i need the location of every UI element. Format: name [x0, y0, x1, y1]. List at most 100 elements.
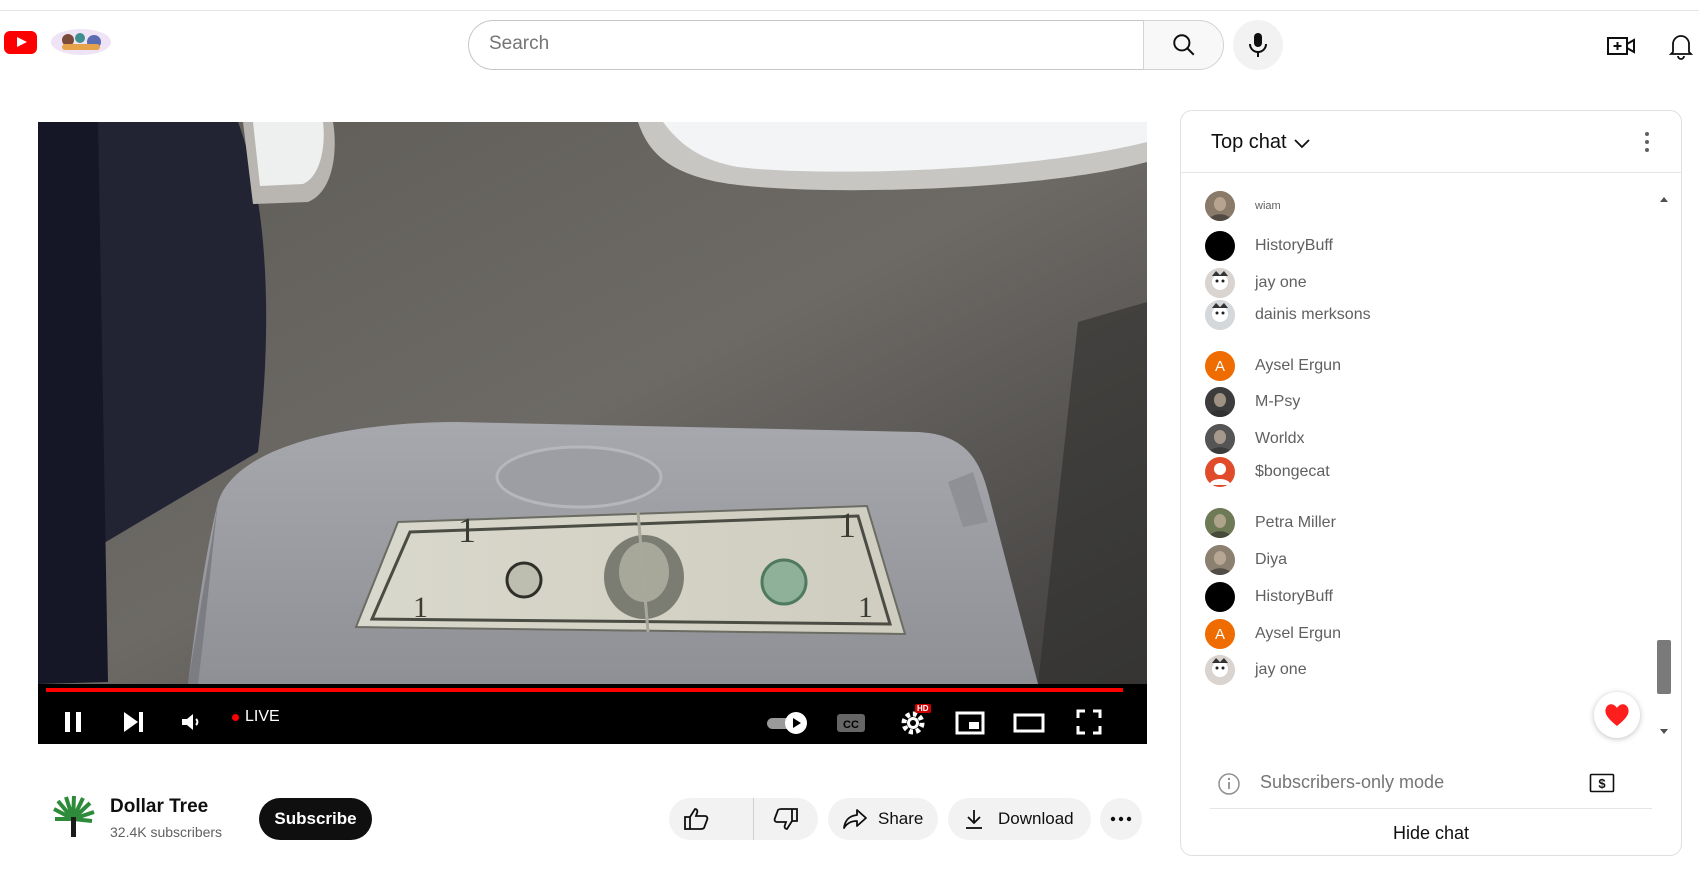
svg-text:1: 1 — [838, 505, 856, 545]
chat-author-name[interactable]: $bongecat — [1255, 463, 1330, 481]
chat-message-list[interactable]: wiam HistoryBuff jay one dainis merksons A Ay… — [1181, 174, 1681, 855]
chat-avatar[interactable] — [1205, 655, 1235, 685]
theater-mode-button[interactable] — [1009, 708, 1049, 738]
chat-message[interactable]: Diya — [1205, 545, 1287, 575]
chat-message[interactable]: HistoryBuff — [1205, 231, 1333, 261]
svg-text:1: 1 — [858, 591, 873, 624]
video-player[interactable]: 1 1 1 1 LIVE CC HD — [38, 122, 1147, 744]
svg-text:$: $ — [1598, 776, 1606, 791]
chat-avatar[interactable] — [1205, 545, 1235, 575]
create-button[interactable] — [1603, 28, 1639, 64]
hide-chat-button[interactable]: Hide chat — [1180, 810, 1682, 856]
download-icon — [966, 810, 982, 829]
hd-badge: HD — [915, 704, 931, 713]
miniplayer-icon — [955, 711, 985, 735]
chat-message[interactable]: A Aysel Ergun — [1205, 351, 1341, 381]
chat-menu-button[interactable] — [1635, 129, 1659, 155]
chat-avatar[interactable] — [1205, 508, 1235, 538]
autoplay-toggle[interactable] — [765, 710, 809, 736]
chat-avatar-letter: A — [1214, 357, 1225, 375]
bell-icon — [1669, 35, 1693, 60]
chat-author-name[interactable]: wiam — [1255, 200, 1281, 212]
chat-avatar[interactable]: A — [1205, 351, 1235, 381]
fullscreen-icon — [1076, 709, 1102, 735]
theater-icon — [1013, 713, 1045, 733]
captions-button[interactable]: CC — [834, 710, 868, 736]
top-divider — [0, 10, 1699, 11]
notifications-button[interactable] — [1663, 28, 1699, 64]
chat-author-name[interactable]: HistoryBuff — [1255, 237, 1333, 255]
svg-text:1: 1 — [413, 591, 428, 624]
super-chat-icon[interactable]: $ — [1589, 773, 1615, 793]
chat-author-name[interactable]: jay one — [1255, 274, 1307, 292]
chat-avatar[interactable]: A — [1205, 619, 1235, 649]
doodle-icon[interactable] — [50, 26, 112, 56]
chat-scroll-thumb[interactable] — [1657, 640, 1671, 694]
settings-icon — [901, 711, 925, 735]
chat-message[interactable]: jay one — [1205, 268, 1307, 298]
mute-button[interactable] — [174, 708, 208, 736]
chat-avatar[interactable] — [1205, 582, 1235, 612]
live-indicator[interactable]: LIVE — [232, 708, 280, 726]
reaction-button[interactable] — [1594, 692, 1640, 738]
chat-avatar[interactable] — [1205, 191, 1235, 221]
settings-button[interactable]: HD — [893, 704, 933, 740]
chat-avatar[interactable] — [1205, 457, 1235, 487]
mic-icon — [1249, 33, 1267, 57]
chat-author-name[interactable]: HistoryBuff — [1255, 588, 1333, 606]
chat-avatar[interactable] — [1205, 300, 1235, 330]
channel-name[interactable]: Dollar Tree — [110, 796, 208, 818]
chat-message[interactable]: wiam — [1205, 191, 1281, 221]
chat-message[interactable]: dainis merksons — [1205, 300, 1371, 330]
chat-message[interactable]: jay one — [1205, 655, 1307, 685]
pause-button[interactable] — [56, 708, 90, 736]
chevron-down-icon — [1293, 138, 1310, 148]
progress-bar[interactable] — [46, 688, 1123, 692]
chat-author-name[interactable]: Worldx — [1255, 430, 1305, 448]
live-label: LIVE — [245, 708, 280, 725]
thumbs-down-icon — [773, 808, 798, 830]
chat-author-name[interactable]: Diya — [1255, 551, 1287, 569]
chat-author-name[interactable]: jay one — [1255, 661, 1307, 679]
chat-author-name[interactable]: dainis merksons — [1255, 306, 1371, 324]
live-dot — [232, 713, 239, 721]
chat-message[interactable]: Worldx — [1205, 424, 1305, 454]
channel-avatar[interactable] — [50, 795, 96, 841]
next-button[interactable] — [116, 708, 150, 736]
chat-header: Top chat — [1181, 111, 1681, 173]
chat-avatar[interactable] — [1205, 231, 1235, 261]
voice-search-button[interactable] — [1233, 20, 1283, 70]
miniplayer-button[interactable] — [950, 708, 990, 738]
chat-avatar[interactable] — [1205, 387, 1235, 417]
search-input[interactable] — [489, 33, 1089, 55]
chat-avatar-letter: A — [1214, 625, 1225, 643]
chat-message[interactable]: Petra Miller — [1205, 508, 1336, 538]
chat-author-name[interactable]: Aysel Ergun — [1255, 357, 1341, 375]
more-actions-button[interactable] — [1100, 798, 1142, 840]
chat-message[interactable]: M-Psy — [1205, 387, 1300, 417]
thumbs-up-icon — [684, 808, 709, 830]
search-button[interactable] — [1143, 20, 1224, 70]
like-button[interactable] — [669, 798, 754, 840]
chat-author-name[interactable]: M-Psy — [1255, 393, 1300, 411]
pause-icon — [65, 712, 81, 732]
fullscreen-button[interactable] — [1069, 706, 1109, 738]
chat-message[interactable]: A Aysel Ergun — [1205, 619, 1341, 649]
chat-author-name[interactable]: Petra Miller — [1255, 514, 1336, 532]
youtube-logo-icon[interactable] — [4, 31, 37, 54]
chat-mode-dropdown[interactable]: Top chat — [1211, 131, 1311, 154]
chat-message[interactable]: HistoryBuff — [1205, 582, 1333, 612]
subscriber-count: 32.4K subscribers — [110, 824, 223, 840]
chat-avatar[interactable] — [1205, 268, 1235, 298]
info-icon[interactable] — [1217, 772, 1241, 796]
subscribe-button[interactable]: Subscribe — [259, 798, 372, 840]
chat-title: Top chat — [1211, 131, 1287, 153]
share-button[interactable]: Share — [828, 798, 938, 840]
chat-avatar[interactable] — [1205, 424, 1235, 454]
chat-author-name[interactable]: Aysel Ergun — [1255, 625, 1341, 643]
video-frame: 1 1 1 1 — [38, 122, 1147, 684]
dislike-button[interactable] — [754, 798, 818, 840]
download-button[interactable]: Download — [948, 798, 1091, 840]
chat-message[interactable]: $bongecat — [1205, 457, 1330, 487]
more-vertical-icon — [1645, 132, 1649, 152]
